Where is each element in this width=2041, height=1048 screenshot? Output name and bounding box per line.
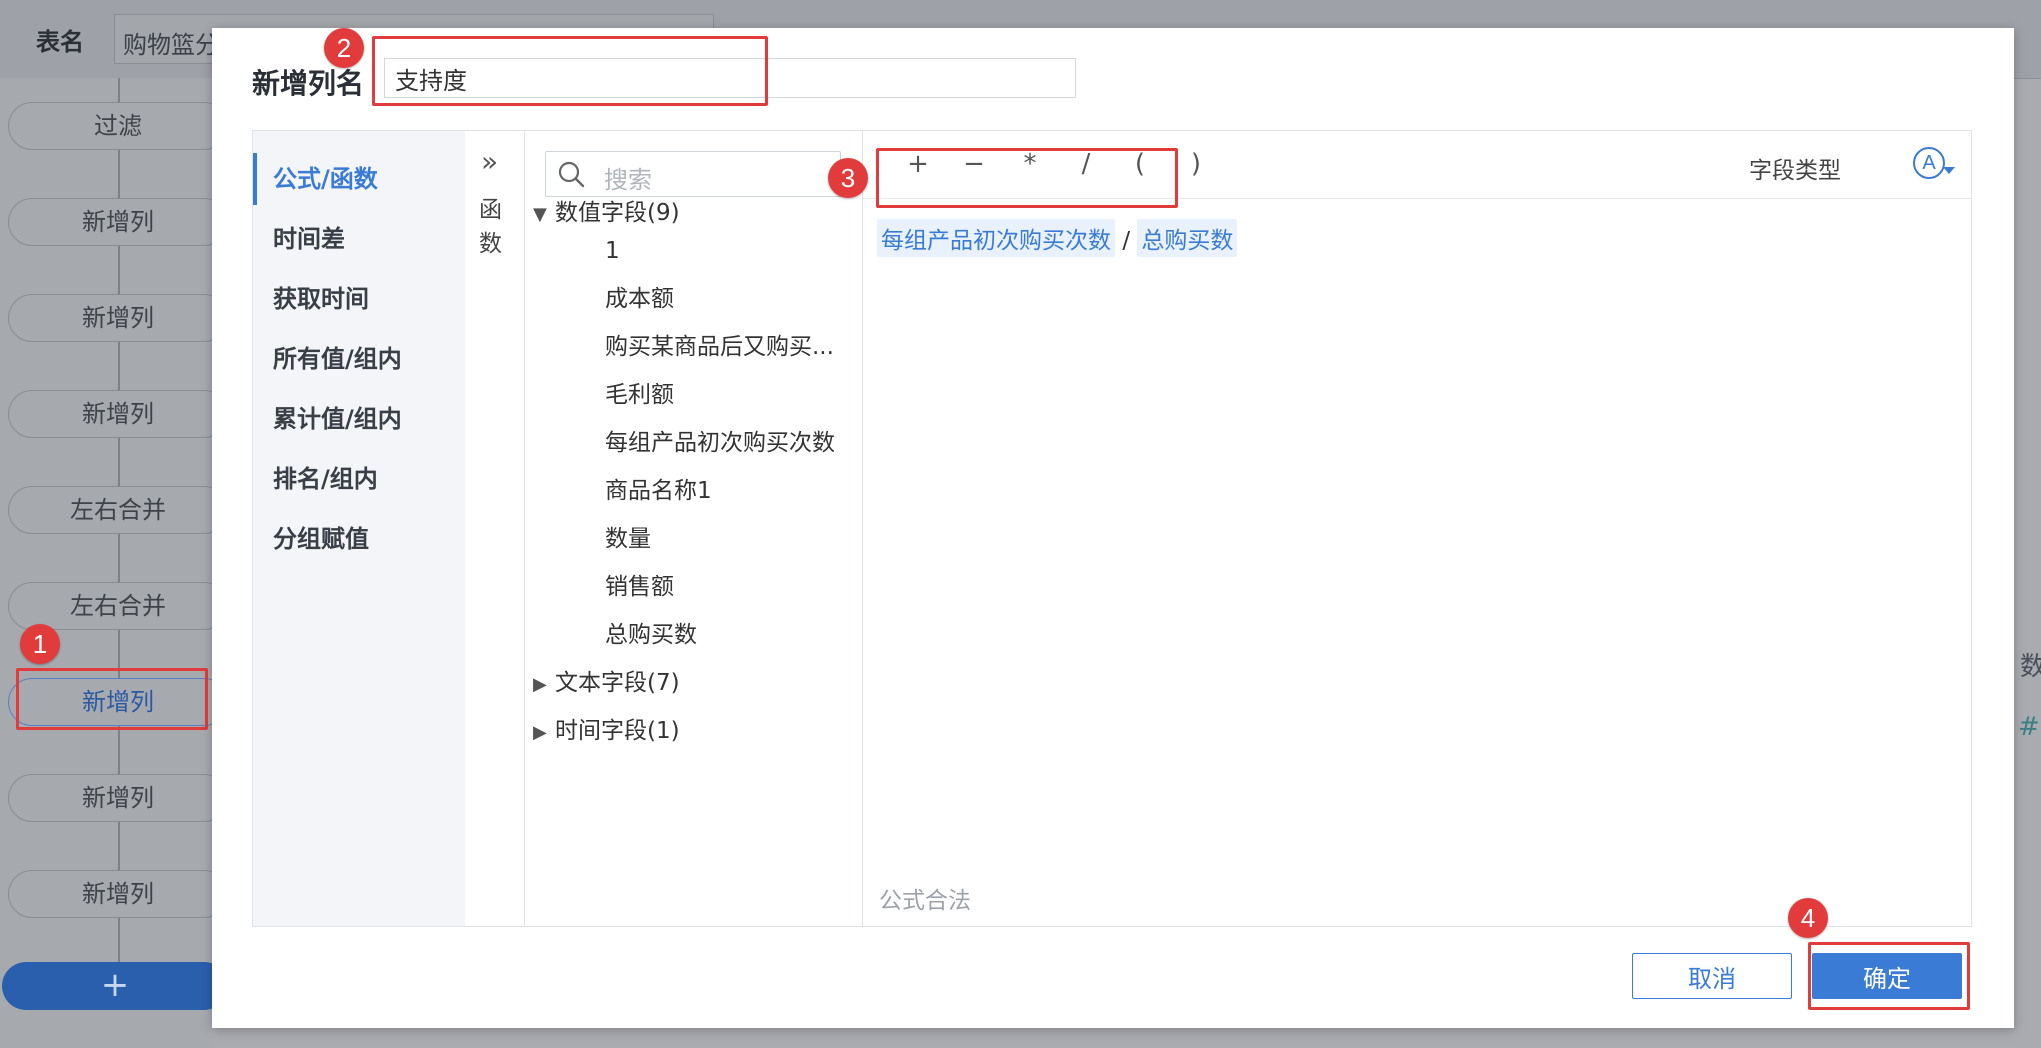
field-item[interactable]: 数量 <box>605 519 855 559</box>
step-add-column[interactable]: 新增列 <box>8 294 228 342</box>
tree-group-numeric[interactable]: ▼ 数值字段(9) <box>533 193 680 233</box>
field-type-text-icon[interactable]: A <box>1913 147 1945 179</box>
annotation-highlight-formula <box>876 148 1178 208</box>
formula-field-token[interactable]: 总购买数 <box>1137 219 1238 257</box>
category-rank[interactable]: 排名/组内 <box>253 453 465 505</box>
table-name-label: 表名 <box>36 28 84 56</box>
step-connector <box>118 726 120 776</box>
field-type-label: 字段类型 <box>1749 158 1841 184</box>
field-item[interactable]: 每组产品初次购买次数 <box>605 423 855 463</box>
annotation-highlight-confirm <box>1808 942 1970 1010</box>
category-formula-function[interactable]: 公式/函数 <box>253 153 465 205</box>
tree-group-time[interactable]: ▶ 时间字段(1) <box>533 711 680 751</box>
field-list-column: 搜索 ▼ 数值字段(9) 1 成本额 购买某商品后又购买... 毛利额 每组产品初… <box>525 131 863 926</box>
step-merge[interactable]: 左右合并 <box>8 582 228 630</box>
field-item[interactable]: 总购买数 <box>605 615 855 655</box>
add-step-button[interactable]: + <box>2 962 228 1010</box>
step-add-column[interactable]: 新增列 <box>8 870 228 918</box>
step-filter[interactable]: 过滤 <box>8 102 228 150</box>
step-merge[interactable]: 左右合并 <box>8 486 228 534</box>
search-placeholder: 搜索 <box>604 166 652 194</box>
annotation-badge-1: 1 <box>20 624 60 664</box>
step-add-column[interactable]: 新增列 <box>8 774 228 822</box>
tree-group-text[interactable]: ▶ 文本字段(7) <box>533 663 680 703</box>
formula-field-token[interactable]: 每组产品初次购买次数 <box>877 219 1115 257</box>
cancel-button[interactable]: 取消 <box>1632 953 1792 999</box>
tree-group-label: 时间字段(1) <box>555 718 680 744</box>
step-connector <box>118 150 120 200</box>
annotation-badge-2: 2 <box>324 28 364 68</box>
background-text-fragment: 数 <box>2020 652 2041 682</box>
field-item[interactable]: 商品名称1 <box>605 471 855 511</box>
step-connector <box>118 822 120 872</box>
category-all-values[interactable]: 所有值/组内 <box>253 333 465 385</box>
background-text-fragment: # <box>2018 712 2040 742</box>
function-collapse-label: 函数 <box>479 197 502 257</box>
category-get-time[interactable]: 获取时间 <box>253 273 465 325</box>
caret-right-icon[interactable]: ▶ <box>533 713 555 753</box>
field-item[interactable]: 1 <box>605 231 855 271</box>
step-connector <box>118 534 120 584</box>
function-collapse-column[interactable]: » 函数 <box>465 131 525 926</box>
annotation-highlight-step <box>16 668 208 730</box>
formula-operator: / <box>1122 228 1131 254</box>
step-add-column[interactable]: 新增列 <box>8 390 228 438</box>
field-search-input[interactable]: 搜索 <box>545 151 841 197</box>
step-flow-panel: 过滤 新增列 新增列 新增列 左右合并 左右合并 新增列 新增列 新增列 <box>0 78 228 1048</box>
field-item[interactable]: 销售额 <box>605 567 855 607</box>
caret-right-icon[interactable]: ▶ <box>533 665 555 705</box>
category-time-diff[interactable]: 时间差 <box>253 213 465 265</box>
step-connector <box>118 78 120 102</box>
field-item[interactable]: 成本额 <box>605 279 855 319</box>
add-column-dialog: 新增列名 2 公式/函数 时间差 获取时间 所有值/组内 累计值/组内 排名/组… <box>212 28 2014 1028</box>
formula-editor: + − * / ( ) 字段类型 A 每组产品初次购买次数 / 总购买数 公式合… <box>863 131 1971 926</box>
chevron-down-icon[interactable] <box>1943 167 1955 174</box>
annotation-highlight-name <box>372 36 768 106</box>
category-group-assign[interactable]: 分组赋值 <box>253 513 465 565</box>
caret-down-icon[interactable]: ▼ <box>533 195 555 235</box>
category-panel: 公式/函数 时间差 获取时间 所有值/组内 累计值/组内 排名/组内 分组赋值 <box>253 131 465 926</box>
dialog-title: 新增列名 <box>252 67 365 100</box>
formula-valid-status: 公式合法 <box>879 888 971 914</box>
op-right-paren-button[interactable]: ) <box>1181 149 1211 179</box>
category-cumulative[interactable]: 累计值/组内 <box>253 393 465 445</box>
step-connector <box>118 438 120 488</box>
tree-group-label: 数值字段(9) <box>555 200 680 226</box>
annotation-badge-3: 3 <box>828 158 868 198</box>
step-connector <box>118 342 120 392</box>
step-connector <box>118 246 120 296</box>
annotation-badge-4: 4 <box>1788 898 1828 938</box>
double-chevron-right-icon[interactable]: » <box>481 145 498 178</box>
tree-group-label: 文本字段(7) <box>555 670 680 696</box>
search-icon <box>558 161 585 188</box>
formula-content[interactable]: 每组产品初次购买次数 / 总购买数 <box>877 219 1238 257</box>
dialog-body: 公式/函数 时间差 获取时间 所有值/组内 累计值/组内 排名/组内 分组赋值 … <box>252 130 1972 927</box>
field-item[interactable]: 购买某商品后又购买... <box>605 327 855 367</box>
field-item[interactable]: 毛利额 <box>605 375 855 415</box>
step-add-column[interactable]: 新增列 <box>8 198 228 246</box>
step-connector <box>118 918 120 962</box>
